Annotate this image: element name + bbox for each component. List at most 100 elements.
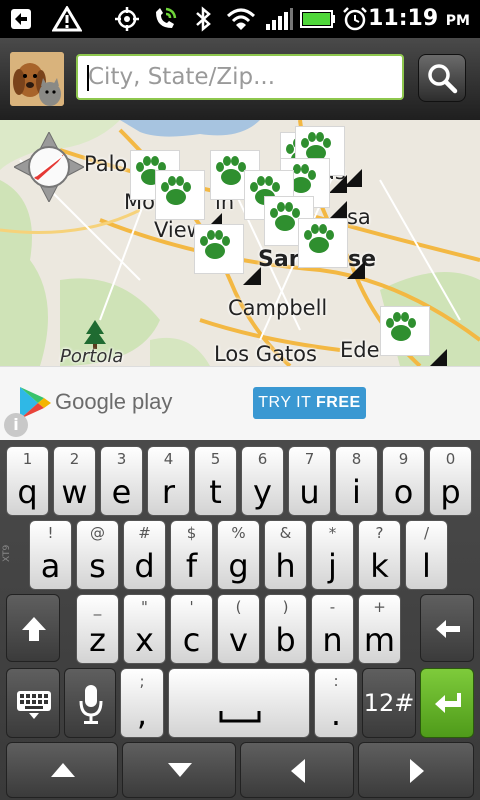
- map-label-palo-alto: Palo: [84, 152, 128, 176]
- search-button[interactable]: [418, 54, 466, 102]
- paw-print-icon: [200, 230, 230, 259]
- key-u[interactable]: 7u: [288, 446, 331, 516]
- key-label: f: [185, 547, 198, 585]
- key-label: o: [393, 473, 414, 511]
- key-alt-label: 2: [69, 450, 80, 468]
- cursor-up-key[interactable]: [6, 742, 118, 798]
- enter-key[interactable]: [420, 668, 474, 738]
- paw-print-icon: [304, 224, 334, 253]
- ad-banner[interactable]: Google play TRY IT FREE i: [0, 366, 480, 441]
- key-h[interactable]: & h: [264, 520, 307, 590]
- key-alt-label: &: [279, 524, 292, 542]
- key-f[interactable]: $ f: [170, 520, 213, 590]
- key-alt-label: 5: [210, 450, 221, 468]
- search-icon: [428, 64, 458, 94]
- warning-icon: [52, 6, 82, 32]
- key-label: n: [322, 621, 343, 659]
- key-j[interactable]: * j: [311, 520, 354, 590]
- numbers-symbols-key[interactable]: 12#: [362, 668, 416, 738]
- key-x[interactable]: " x: [123, 594, 166, 664]
- key-alt-label: $: [186, 524, 197, 542]
- key-y[interactable]: 6y: [241, 446, 284, 516]
- map-label-los-gatos: Los Gatos: [214, 342, 317, 366]
- key-q[interactable]: 1q: [6, 446, 49, 516]
- key-label: z: [89, 621, 106, 659]
- xt9-label: XT9: [2, 544, 12, 562]
- search-input[interactable]: [78, 56, 402, 98]
- key-s[interactable]: @ s: [76, 520, 119, 590]
- key-k[interactable]: ? k: [358, 520, 401, 590]
- key-t[interactable]: 5t: [194, 446, 237, 516]
- try-it-free-button[interactable]: TRY IT FREE: [253, 387, 366, 419]
- map-marker-paw[interactable]: [298, 218, 365, 279]
- period-key[interactable]: : .: [314, 668, 358, 738]
- gps-icon: [115, 7, 139, 31]
- key-label: u: [299, 473, 320, 511]
- cursor-right-key[interactable]: [358, 742, 474, 798]
- cursor-left-key[interactable]: [240, 742, 354, 798]
- key-d[interactable]: # d: [123, 520, 166, 590]
- key-w[interactable]: 2w: [53, 446, 96, 516]
- key-m[interactable]: + m: [358, 594, 401, 664]
- map-marker-paw[interactable]: [155, 170, 222, 231]
- key-l[interactable]: / l: [405, 520, 448, 590]
- period-key-alt: :: [333, 672, 339, 690]
- key-alt-label: #: [138, 524, 151, 542]
- key-alt-label: %: [231, 524, 246, 542]
- key-label: k: [370, 547, 389, 585]
- key-alt-label: !: [47, 524, 54, 542]
- key-alt-label: /: [423, 524, 430, 542]
- key-label: c: [182, 621, 201, 659]
- key-label: v: [229, 621, 248, 659]
- key-e[interactable]: 3e: [100, 446, 143, 516]
- ad-info-icon[interactable]: i: [4, 413, 28, 437]
- key-v[interactable]: (v: [217, 594, 260, 664]
- paw-print-icon: [161, 176, 191, 205]
- key-z[interactable]: _ z: [76, 594, 119, 664]
- app-logo-avatar[interactable]: [10, 52, 64, 106]
- enter-arrow-icon: [435, 693, 461, 713]
- key-c[interactable]: ' c: [170, 594, 213, 664]
- key-label: s: [89, 547, 106, 585]
- compass-icon[interactable]: [14, 132, 84, 202]
- key-alt-label: 7: [304, 450, 315, 468]
- cursor-down-key[interactable]: [122, 742, 236, 798]
- key-label: a: [40, 547, 61, 585]
- key-alt-label: @: [90, 524, 105, 542]
- key-g[interactable]: % g: [217, 520, 260, 590]
- key-i[interactable]: 8i: [335, 446, 378, 516]
- key-b[interactable]: ) b: [264, 594, 307, 664]
- key-label: m: [363, 621, 396, 659]
- key-a[interactable]: ! a: [29, 520, 72, 590]
- arrow-down-icon: [168, 763, 192, 777]
- arrow-left-icon: [291, 759, 305, 783]
- shift-key[interactable]: [6, 594, 60, 662]
- key-alt-label: 4: [163, 450, 174, 468]
- arrow-right-icon: [410, 759, 424, 783]
- key-o[interactable]: 9o: [382, 446, 425, 516]
- ad-brand-text: Google play: [55, 389, 173, 414]
- search-field[interactable]: [76, 54, 404, 100]
- alarm-icon: [343, 7, 367, 31]
- key-alt-label: -: [329, 598, 336, 616]
- key-n[interactable]: -n: [311, 594, 354, 664]
- shift-arrow-icon: [22, 617, 46, 641]
- backspace-key[interactable]: [420, 594, 474, 662]
- key-p[interactable]: 0p: [429, 446, 472, 516]
- map-marker-paw[interactable]: [194, 224, 261, 285]
- keyboard-settings-key[interactable]: [6, 668, 60, 738]
- key-label: p: [440, 473, 461, 511]
- space-bar-icon: [219, 711, 261, 723]
- map-view[interactable]: Palo Mo View San se ssa as in Campbell L…: [0, 120, 480, 366]
- comma-key[interactable]: ; ,: [120, 668, 164, 738]
- space-key[interactable]: [168, 668, 310, 738]
- voice-input-key[interactable]: [64, 668, 116, 738]
- key-label: b: [275, 621, 296, 659]
- map-marker-paw[interactable]: [380, 306, 447, 366]
- key-r[interactable]: 4r: [147, 446, 190, 516]
- battery-icon: [300, 10, 335, 28]
- key-label: d: [134, 547, 155, 585]
- signal-icon: [266, 8, 293, 30]
- key-alt-label: ?: [375, 524, 384, 542]
- key-label: y: [253, 473, 272, 511]
